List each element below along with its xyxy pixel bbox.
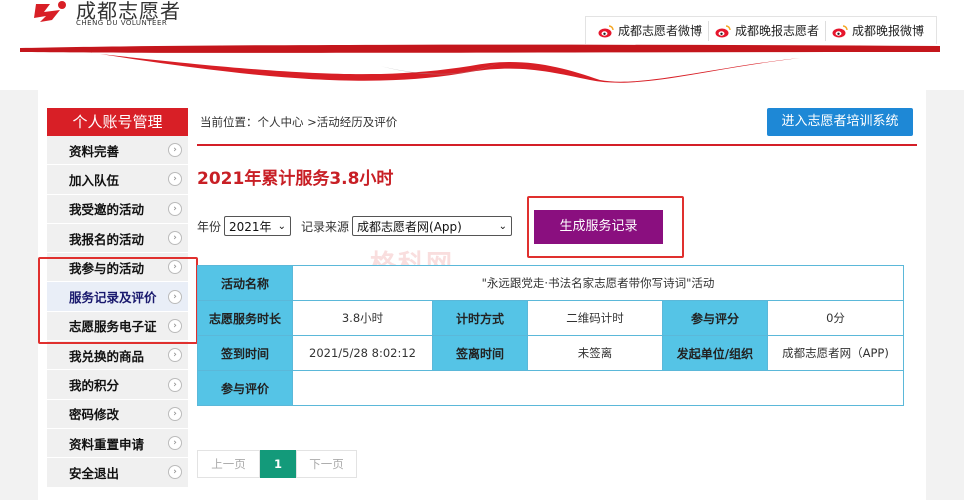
section-divider <box>197 144 917 146</box>
weibo-link-label: 成都晚报微博 <box>852 24 925 38</box>
activity-name-label: 活动名称 <box>197 265 293 301</box>
next-page-button[interactable]: 下一页 <box>296 450 357 478</box>
sidebar-item-registered-activities[interactable]: 我报名的活动 › <box>47 223 188 254</box>
service-hours-summary: 2021年累计服务3.8小时 <box>197 169 394 189</box>
sidebar-item-label: 密码修改 <box>69 407 120 423</box>
source-select[interactable]: 成都志愿者网(App) ⌄ <box>352 216 513 236</box>
source-label: 记录来源 <box>301 219 350 234</box>
chevron-right-icon: › <box>168 377 182 392</box>
year-select-value: 2021年 <box>229 219 272 234</box>
sidebar-item-label: 我报名的活动 <box>69 231 145 247</box>
sidebar-title: 个人账号管理 <box>47 108 188 136</box>
sidebar-item-e-certificate[interactable]: 志愿服务电子证 › <box>47 311 188 342</box>
site-header: 成都志愿者 CHENG DU VOLUNTEER 成都志愿者微博 成都晚报志愿者 <box>0 0 964 90</box>
logo-subtitle: CHENG DU VOLUNTEER <box>76 19 168 27</box>
table-row: 活动名称 "永远跟党走·书法名家志愿者带你写诗词"活动 <box>197 265 904 301</box>
weibo-link-label: 成都志愿者微博 <box>618 24 703 38</box>
year-select[interactable]: 2021年 ⌄ <box>224 216 292 236</box>
sidebar-item-label: 服务记录及评价 <box>69 290 157 306</box>
sidebar-item-label: 志愿服务电子证 <box>69 319 157 335</box>
timing-label: 计时方式 <box>432 300 528 336</box>
sidebar-item-label: 我兑换的商品 <box>69 348 145 364</box>
page-1-button[interactable]: 1 <box>260 450 296 478</box>
sidebar-item-label: 资料重置申请 <box>69 436 145 452</box>
table-row: 签到时间 2021/5/28 8:02:12 签离时间 未签离 发起单位/组织 … <box>197 335 904 371</box>
signout-value: 未签离 <box>527 335 663 371</box>
chevron-right-icon: › <box>168 289 182 304</box>
weibo-icon <box>715 24 731 37</box>
weibo-icon <box>598 24 614 37</box>
filter-row: 年份 2021年 ⌄ 记录来源 成都志愿者网(App) ⌄ <box>197 216 513 236</box>
sidebar-item-change-password[interactable]: 密码修改 › <box>47 399 188 429</box>
breadcrumb: 当前位置：个人中心 >活动经历及评价 <box>200 115 398 129</box>
sidebar-item-profile[interactable]: 资料完善 › <box>47 136 188 166</box>
sidebar-item-label: 我的积分 <box>69 378 120 394</box>
chevron-right-icon: › <box>168 436 182 451</box>
sidebar-item-logout[interactable]: 安全退出 › <box>47 458 188 488</box>
sidebar-item-label: 我受邀的活动 <box>69 202 145 218</box>
header-swoosh-decoration <box>20 44 940 83</box>
sidebar-item-label: 我参与的活动 <box>69 260 145 276</box>
sidebar-item-participated-activities[interactable]: 我参与的活动 › <box>47 253 188 283</box>
pagination: 上一页 1 下一页 <box>197 450 357 478</box>
generate-record-button[interactable]: 生成服务记录 <box>534 210 663 244</box>
review-label: 参与评价 <box>197 370 293 406</box>
account-sidebar: 个人账号管理 资料完善 › 加入队伍 › 我受邀的活动 › 我报名的活动 › 我参与的活… <box>47 108 188 488</box>
weibo-link-volunteer[interactable]: 成都志愿者微博 <box>592 21 708 41</box>
sidebar-item-points[interactable]: 我的积分 › <box>47 370 188 400</box>
weibo-links-bar: 成都志愿者微博 成都晚报志愿者 成都晚报微博 <box>585 16 938 44</box>
chevron-right-icon: › <box>168 143 182 158</box>
timing-value: 二维码计时 <box>527 300 663 336</box>
chevron-down-icon: ⌄ <box>498 220 508 232</box>
chevron-right-icon: › <box>168 348 182 363</box>
sidebar-item-label: 加入队伍 <box>69 172 120 188</box>
table-row: 志愿服务时长 3.8小时 计时方式 二维码计时 参与评分 0分 <box>197 300 904 336</box>
table-row: 参与评价 <box>197 370 904 406</box>
sidebar-item-service-records[interactable]: 服务记录及评价 › <box>47 282 188 312</box>
chevron-down-icon: ⌄ <box>277 220 287 232</box>
activity-detail-table: 活动名称 "永远跟党走·书法名家志愿者带你写诗词"活动 志愿服务时长 3.8小时… <box>197 265 904 406</box>
sidebar-item-redeemed-goods[interactable]: 我兑换的商品 › <box>47 341 188 371</box>
prev-page-button[interactable]: 上一页 <box>197 450 260 478</box>
volunteer-logo-icon[interactable] <box>32 0 70 26</box>
weibo-link-evening-news[interactable]: 成都晚报微博 <box>825 20 930 41</box>
duration-label: 志愿服务时长 <box>197 300 293 336</box>
sidebar-item-join-team[interactable]: 加入队伍 › <box>47 165 188 195</box>
chevron-right-icon: › <box>168 318 182 333</box>
org-label: 发起单位/组织 <box>662 335 768 371</box>
chevron-right-icon: › <box>168 260 182 275</box>
weibo-link-label: 成都晚报志愿者 <box>735 24 820 38</box>
enter-training-system-button[interactable]: 进入志愿者培训系统 <box>767 108 913 136</box>
sidebar-item-label: 资料完善 <box>69 143 120 159</box>
rating-label: 参与评分 <box>662 300 768 336</box>
sidebar-item-label: 安全退出 <box>69 465 120 481</box>
chevron-right-icon: › <box>168 406 182 421</box>
signin-label: 签到时间 <box>197 335 293 371</box>
signin-value: 2021/5/28 8:02:12 <box>292 335 433 371</box>
sidebar-item-reset-request[interactable]: 资料重置申请 › <box>47 428 188 459</box>
review-value <box>292 370 904 406</box>
chevron-right-icon: › <box>168 172 182 187</box>
chevron-right-icon: › <box>168 201 182 216</box>
chevron-right-icon: › <box>168 465 182 480</box>
year-label: 年份 <box>197 219 222 234</box>
chevron-right-icon: › <box>168 231 182 246</box>
sidebar-item-invited-activities[interactable]: 我受邀的活动 › <box>47 194 188 224</box>
activity-name-value: "永远跟党走·书法名家志愿者带你写诗词"活动 <box>292 265 904 301</box>
source-select-value: 成都志愿者网(App) <box>357 219 462 234</box>
weibo-link-evening-news-volunteer[interactable]: 成都晚报志愿者 <box>708 20 825 41</box>
org-value: 成都志愿者网（APP) <box>767 335 904 371</box>
signout-label: 签离时间 <box>432 335 528 371</box>
duration-value: 3.8小时 <box>292 300 433 336</box>
rating-value: 0分 <box>767 300 904 336</box>
weibo-icon <box>832 24 848 37</box>
